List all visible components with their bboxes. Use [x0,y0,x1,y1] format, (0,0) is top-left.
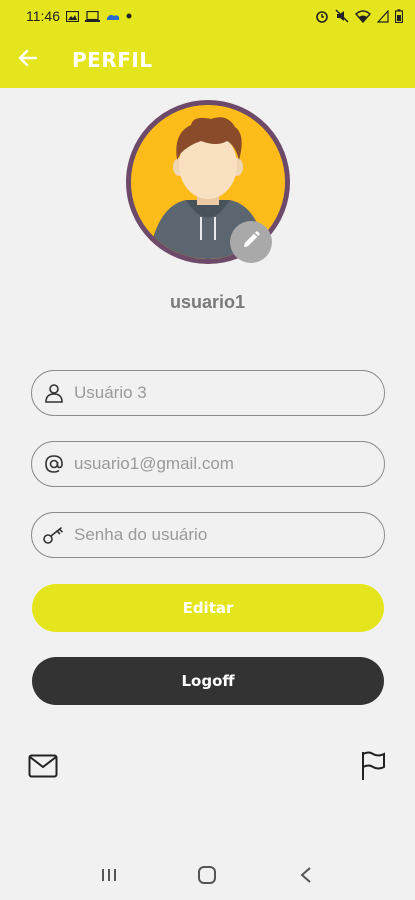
back-icon[interactable] [286,855,326,895]
email-input[interactable] [74,454,354,474]
person-icon [42,381,66,405]
password-input[interactable] [74,525,354,545]
arrow-left-icon [18,48,38,73]
home-icon[interactable] [187,855,227,895]
page-title: PERFIL [72,48,153,72]
at-icon [42,452,66,476]
email-field[interactable] [31,441,385,487]
laptop-icon [85,10,100,22]
alarm-icon [315,9,329,23]
back-button[interactable] [0,32,56,88]
recent-apps-icon[interactable] [89,855,129,895]
weather-icon [106,11,120,21]
pencil-icon [241,230,261,255]
status-bar: 11:46 [0,0,415,32]
signal-icon [377,9,389,23]
app-bar: PERFIL [0,32,415,88]
username: usuario1 [169,292,246,312]
status-right [315,9,403,23]
flag-icon[interactable] [357,750,389,782]
mail-icon[interactable] [27,750,59,782]
dot-icon [126,13,132,19]
password-field[interactable] [31,512,385,558]
edit-avatar-button[interactable] [230,221,272,263]
battery-icon [395,9,403,23]
edit-button[interactable]: Editar [32,584,384,632]
status-time: 11:46 [26,8,60,24]
key-icon [42,523,66,547]
avatar-container [126,100,290,264]
logoff-button[interactable]: Logoff [32,657,384,705]
name-field[interactable] [31,370,385,416]
wifi-icon [355,9,371,23]
system-nav-bar [0,850,415,900]
mute-icon [335,9,349,23]
status-left: 11:46 [26,8,132,24]
name-input[interactable] [74,383,354,403]
image-icon [66,10,79,22]
